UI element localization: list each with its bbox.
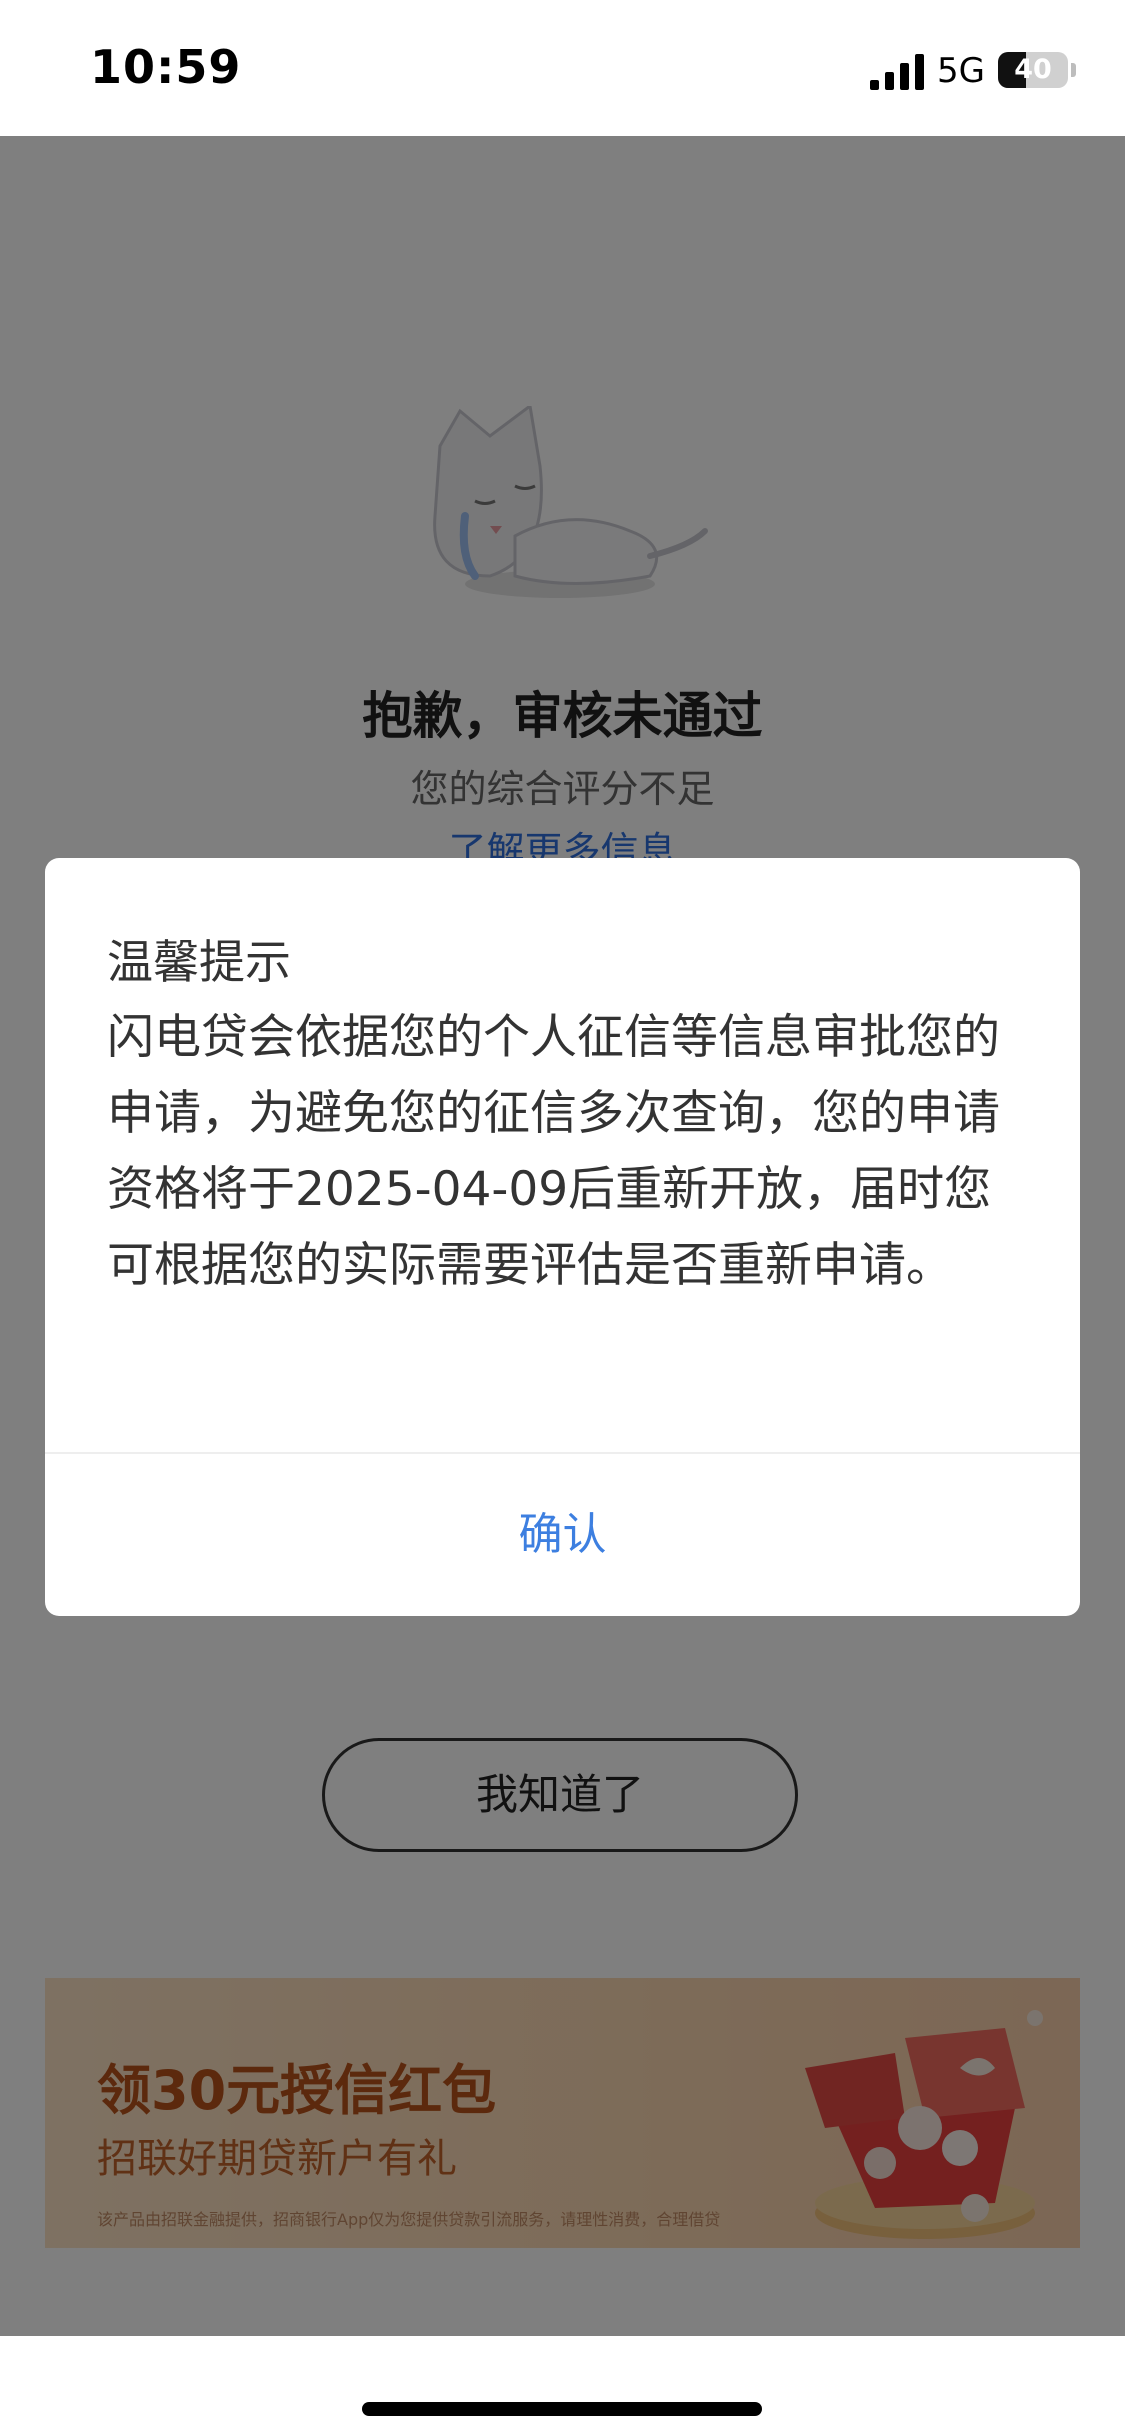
battery-percent: 40: [1014, 54, 1052, 85]
status-time: 10:59: [90, 40, 242, 94]
home-indicator[interactable]: [362, 2402, 762, 2416]
network-label: 5G: [937, 51, 985, 91]
battery-icon: 40: [998, 52, 1068, 88]
status-bar: 10:59 5G 40: [0, 0, 1125, 136]
notice-dialog: 温馨提示 闪电贷会依据您的个人征信等信息审批您的申请，为避免您的征信多次查询，您…: [45, 858, 1080, 1616]
dialog-message: 闪电贷会依据您的个人征信等信息审批您的申请，为避免您的征信多次查询，您的申请资格…: [107, 1010, 1000, 1293]
confirm-button[interactable]: 确认: [45, 1454, 1080, 1616]
dialog-title: 温馨提示: [107, 935, 291, 989]
home-bar: [0, 2336, 1125, 2435]
battery-nub: [1071, 63, 1076, 77]
signal-icon: [870, 54, 924, 90]
